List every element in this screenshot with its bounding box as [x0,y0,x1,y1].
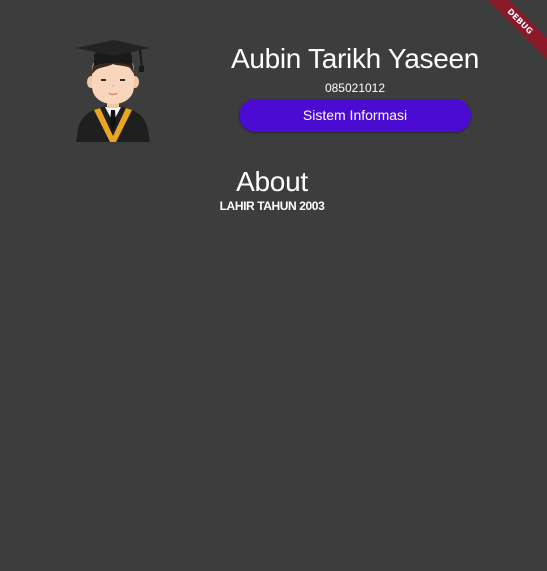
debug-banner: DEBUG [487,0,547,60]
about-text: LAHIR TAHUN 2003 [219,199,325,213]
major-button[interactable]: Sistem Informasi [239,99,471,132]
profile-name: Aubin Tarikh Yaseen [230,43,480,74]
profile-screen: Aubin Tarikh Yaseen 085021012 Sistem Inf… [0,0,547,571]
about-title: About [236,166,308,197]
graduate-avatar-icon [70,38,156,146]
profile-nim: 085021012 [324,81,386,95]
debug-banner-label: DEBUG [487,0,547,60]
